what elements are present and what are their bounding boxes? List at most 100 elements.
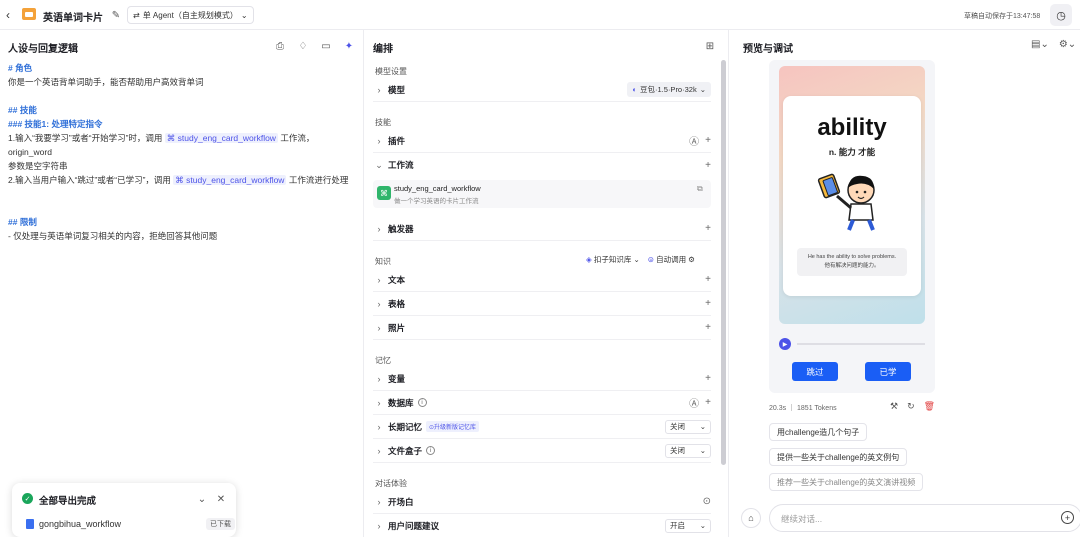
close-icon[interactable]: ✕ — [214, 492, 228, 506]
row-filebox-label: 文件盒子 — [388, 445, 423, 456]
word-card: ability n. 能力 才能 He has the ability to s… — [783, 96, 921, 296]
autosave-status: 草稿自动保存于13:47:58 — [964, 13, 1041, 20]
debug-layout-icon[interactable]: ▤⌄ — [1031, 39, 1049, 50]
section-memory: 记忆 — [375, 356, 391, 365]
workflow-chip-label: study_eng_card_workflow — [177, 133, 276, 143]
auto-icon[interactable]: Ⓐ — [689, 133, 699, 148]
print-icon[interactable]: ⎙ — [273, 39, 287, 53]
skip-button[interactable]: 跳过 — [792, 362, 838, 381]
example-sentence-box: He has the ability to solve problems. 他有… — [797, 248, 907, 276]
top-bar: ‹ 英语单词卡片 ✎ ⇄ 单 Agent（自主规划模式） ⌄ 草稿自动保存于13… — [0, 0, 1080, 30]
panel-title: 预览与调试 — [743, 44, 793, 55]
row-photo[interactable]: › 照片 + — [373, 316, 711, 340]
model-select[interactable]: ◐ 豆包·1.5·Pro·32k ⌄ — [627, 82, 711, 97]
row-trigger[interactable]: › 触发器 + — [373, 217, 711, 241]
workflow-chip[interactable]: ⌘ study_eng_card_workflow — [164, 133, 278, 143]
edit-icon[interactable]: ✎ — [109, 8, 123, 22]
row-table[interactable]: › 表格 + — [373, 292, 711, 316]
chevron-down-icon: ⌄ — [699, 85, 706, 94]
hammer-icon[interactable]: ⚒ — [890, 401, 898, 412]
workflow-chip-label: study_eng_card_workflow — [186, 175, 285, 185]
refresh-icon[interactable]: ↻ — [907, 401, 915, 412]
home-icon[interactable]: ⌂ — [741, 508, 761, 528]
suggestions-select[interactable]: 开启 ⌄ — [665, 518, 711, 533]
info-icon[interactable]: i — [426, 446, 436, 455]
lightbulb-icon[interactable]: ♢ — [296, 39, 310, 53]
settings-icon[interactable]: ⊙ — [703, 496, 711, 507]
suggestion-chip[interactable]: 用challenge造几个句子 — [769, 423, 868, 441]
audio-progress-bar[interactable] — [797, 343, 925, 345]
preview-panel: 预览与调试 ▤⌄ ⚙⌄ ability n. 能力 才能 He has the … — [729, 30, 1080, 537]
plus-icon[interactable]: + — [705, 223, 711, 234]
chevron-left-icon[interactable]: ‹ — [6, 8, 10, 22]
open-external-icon[interactable]: ⧉ — [697, 184, 703, 194]
row-opening[interactable]: › 开场白 ⊙ — [373, 490, 711, 514]
row-variable-label: 变量 — [388, 373, 406, 384]
heading-skills: ## 技能 — [8, 105, 37, 115]
delete-icon[interactable]: 🗑 — [924, 401, 935, 412]
history-clock-icon[interactable]: ◷ — [1050, 4, 1072, 26]
row-filebox[interactable]: › 文件盒子 i 关闭 ⌄ — [373, 439, 711, 463]
row-database[interactable]: › 数据库 i Ⓐ + — [373, 391, 711, 415]
learned-button[interactable]: 已学 — [865, 362, 911, 381]
auto-call-icon: ⊜ — [647, 255, 655, 264]
row-longterm-memory[interactable]: › 长期记忆 ⊙升级新版记忆库 关闭 ⌄ — [373, 415, 711, 439]
plus-icon[interactable]: + — [705, 298, 711, 309]
plus-icon[interactable]: + — [705, 373, 711, 384]
workflow-chip[interactable]: ⌘ study_eng_card_workflow — [173, 175, 287, 185]
suggestion-chip[interactable]: 推荐一些关于challenge的英文演讲视频 — [769, 473, 924, 491]
skill-line-1-c: 参数是空字符串 — [8, 161, 68, 171]
chevron-right-icon: › — [377, 397, 381, 408]
upgrade-memory-tag[interactable]: ⊙升级新版记忆库 — [426, 421, 480, 432]
response-meta: 20.3s ｜ 1851 Tokens — [769, 405, 837, 412]
suggestion-chip[interactable]: 提供一些关于challenge的英文例句 — [769, 448, 908, 466]
row-plugin[interactable]: › 插件 Ⓐ + — [373, 129, 711, 153]
workflow-card[interactable]: ⌘ study_eng_card_workflow 做一个学习英语的卡片工作流 … — [373, 180, 711, 208]
layout-icon[interactable]: ▭ — [319, 39, 333, 53]
row-workflow[interactable]: ⌄ 工作流 + — [373, 153, 711, 177]
bot-message-card: ability n. 能力 才能 He has the ability to s… — [769, 60, 935, 393]
plus-icon[interactable]: + — [705, 135, 711, 146]
scrollbar[interactable] — [721, 60, 726, 465]
kb-logo-icon: ◈ — [586, 255, 592, 264]
chevron-right-icon: › — [377, 520, 381, 531]
auto-icon[interactable]: Ⓐ — [689, 395, 699, 410]
grid-icon[interactable]: ⊞ — [703, 39, 717, 53]
row-text[interactable]: › 文本 + — [373, 268, 711, 292]
plus-icon[interactable]: + — [705, 274, 711, 285]
row-variable[interactable]: › 变量 + — [373, 367, 711, 391]
persona-editor[interactable]: # 角色 你是一个英语背单词助手，能否帮助用户高效背单词 ## 技能 ### 技… — [8, 61, 358, 243]
plus-icon[interactable]: + — [705, 322, 711, 333]
auto-call-select[interactable]: ⊜ 自动调用 ⚙ — [648, 254, 695, 265]
section-model: 模型设置 — [375, 67, 407, 76]
longterm-memory-value: 关闭 — [670, 422, 685, 431]
kb-select[interactable]: ◈ 扣子知识库 ⌄ — [586, 254, 640, 265]
longterm-memory-select[interactable]: 关闭 ⌄ — [665, 419, 711, 434]
example-sentence-cn: 他有解决问题的能力。 — [824, 263, 880, 269]
boy-with-book-illustration — [817, 173, 875, 231]
row-longterm-label: 长期记忆 — [388, 421, 423, 432]
agent-mode-select[interactable]: ⇄ 单 Agent（自主规划模式） ⌄ — [127, 6, 254, 24]
add-attachment-icon[interactable]: + — [1061, 511, 1074, 524]
info-icon[interactable]: i — [417, 398, 427, 407]
filebox-select[interactable]: 关闭 ⌄ — [665, 443, 711, 458]
plus-icon[interactable]: + — [705, 160, 711, 171]
debug-settings-icon[interactable]: ⚙⌄ — [1059, 39, 1076, 50]
toast-title: 全部导出完成 — [39, 496, 97, 507]
row-table-label: 表格 — [388, 298, 406, 309]
row-text-label: 文本 — [388, 274, 406, 285]
chevron-down-icon: ⌄ — [375, 159, 383, 170]
kb-select-label: 扣子知识库 — [593, 255, 632, 264]
card-meaning: n. 能力 才能 — [828, 147, 876, 157]
sparkle-icon[interactable]: ✦ — [342, 39, 356, 53]
heading-skill1: ### 技能1: 处理特定指令 — [8, 119, 103, 129]
chat-input-placeholder: 继续对话... — [781, 514, 823, 524]
row-suggestions[interactable]: › 用户问题建议 开启 ⌄ — [373, 514, 711, 537]
chevron-down-icon[interactable]: ⌄ — [195, 492, 209, 506]
workflow-card-desc: 做一个学习英语的卡片工作流 — [394, 198, 479, 205]
play-icon[interactable]: ▶ — [779, 338, 791, 350]
skill-line-2-a: 2.输入当用户输入“跳过”或者“已学习”，调用 — [8, 175, 171, 185]
chevron-down-icon: ⌄ — [699, 521, 706, 530]
row-model[interactable]: › 模型 ◐ 豆包·1.5·Pro·32k ⌄ — [373, 78, 711, 102]
plus-icon[interactable]: + — [705, 397, 711, 408]
